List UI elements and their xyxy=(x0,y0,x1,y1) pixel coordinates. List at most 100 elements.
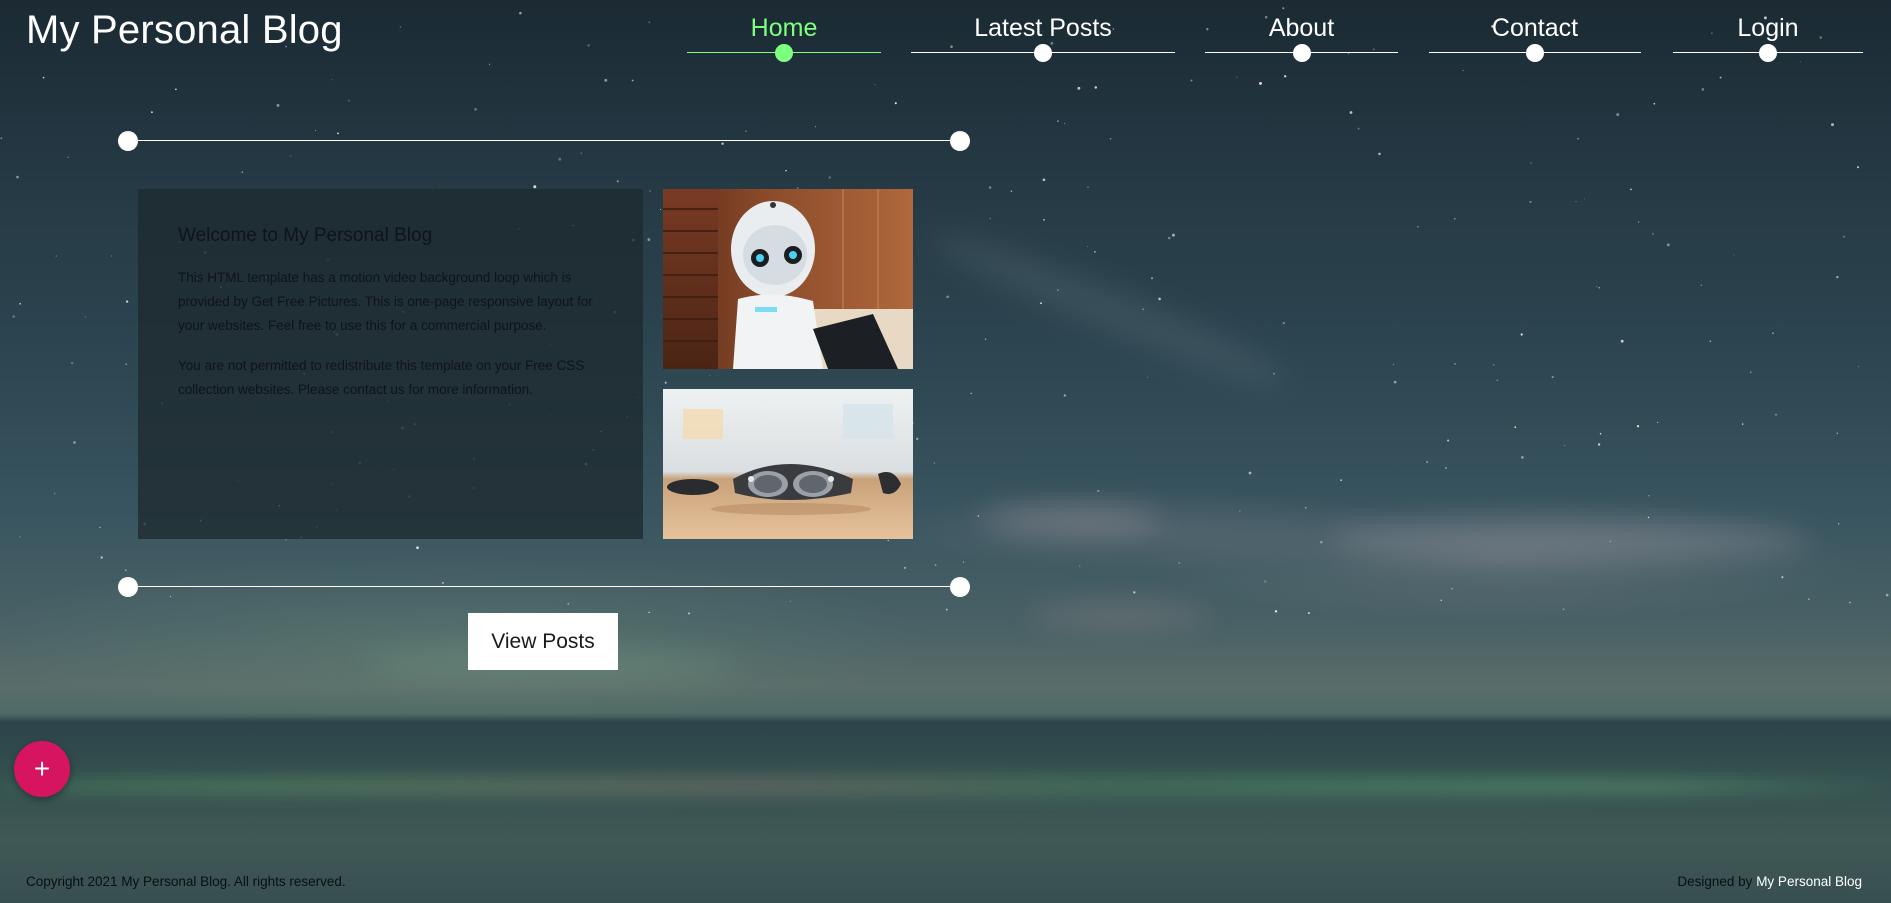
nav-item-latest-posts[interactable]: Latest Posts xyxy=(911,14,1175,64)
footer-copyright: Copyright 2021 My Personal Blog. All rig… xyxy=(26,874,346,889)
star xyxy=(1636,424,1640,428)
rail-knob-right[interactable] xyxy=(950,131,970,151)
star xyxy=(1620,339,1624,343)
star xyxy=(894,102,897,105)
star xyxy=(1530,162,1532,164)
star xyxy=(1551,376,1554,379)
star xyxy=(1609,540,1612,543)
star xyxy=(348,99,351,102)
star xyxy=(1462,69,1464,72)
star xyxy=(1596,286,1598,288)
star xyxy=(1040,302,1042,305)
star xyxy=(1514,426,1517,429)
nav-label-login: Login xyxy=(1737,14,1799,42)
star xyxy=(1043,219,1045,221)
star xyxy=(1304,506,1307,509)
star xyxy=(664,381,667,384)
star xyxy=(1273,372,1275,375)
star xyxy=(970,392,972,395)
view-posts-button[interactable]: View Posts xyxy=(468,613,618,670)
footer-credit: Designed by My Personal Blog xyxy=(1677,874,1862,889)
star xyxy=(1666,243,1670,247)
nav-item-login[interactable]: Login xyxy=(1673,14,1863,64)
star xyxy=(1057,289,1059,291)
star xyxy=(1171,233,1175,237)
star xyxy=(1616,113,1620,117)
nav-item-about[interactable]: About xyxy=(1205,14,1398,64)
cloud-wisp xyxy=(980,505,1160,535)
star xyxy=(1064,122,1066,124)
star xyxy=(1709,340,1712,343)
star xyxy=(828,176,831,179)
star xyxy=(0,137,3,140)
star xyxy=(580,152,583,154)
star xyxy=(1564,444,1566,446)
star xyxy=(100,556,103,559)
star xyxy=(616,180,619,183)
star xyxy=(1454,218,1456,220)
star xyxy=(1562,608,1565,611)
ar-headset-image[interactable] xyxy=(663,389,913,539)
robot-image[interactable] xyxy=(663,189,913,369)
star xyxy=(290,155,292,157)
star xyxy=(989,217,991,219)
star xyxy=(558,157,562,161)
rail-knob-right[interactable] xyxy=(950,577,970,597)
rail-line xyxy=(128,586,960,587)
footer-credit-link[interactable]: My Personal Blog xyxy=(1756,874,1862,889)
rail-knob-left[interactable] xyxy=(118,577,138,597)
star xyxy=(567,602,570,605)
star xyxy=(1529,200,1532,204)
star xyxy=(71,362,74,365)
star xyxy=(1349,111,1353,114)
star xyxy=(1808,598,1810,600)
footer-credit-prefix: Designed by xyxy=(1677,874,1757,889)
star xyxy=(53,492,56,495)
star xyxy=(1236,76,1238,78)
star xyxy=(1282,322,1285,325)
nav-item-home[interactable]: Home xyxy=(687,14,881,64)
star xyxy=(815,126,816,128)
star xyxy=(945,608,948,611)
star xyxy=(241,171,244,173)
star xyxy=(1836,275,1839,279)
horizon-lights xyxy=(0,775,1891,797)
star xyxy=(1521,456,1524,459)
star xyxy=(904,567,906,569)
star xyxy=(1239,510,1241,512)
star xyxy=(1057,120,1059,122)
cloud-wisp xyxy=(1030,605,1210,627)
star xyxy=(1392,364,1394,365)
star xyxy=(1700,284,1702,286)
star xyxy=(125,363,127,366)
plus-icon: + xyxy=(33,753,51,784)
rail-knob-left[interactable] xyxy=(118,131,138,151)
star xyxy=(1772,332,1774,334)
star xyxy=(1393,380,1397,384)
star xyxy=(1583,198,1585,200)
star xyxy=(1719,76,1722,79)
star xyxy=(1259,81,1262,85)
star xyxy=(1378,152,1381,156)
star xyxy=(1109,138,1112,140)
intro-paragraph: This HTML template has a motion video ba… xyxy=(178,270,593,333)
star xyxy=(1836,432,1838,434)
nav-label-contact: Contact xyxy=(1491,14,1579,42)
nav-indicator-dot xyxy=(1526,44,1544,62)
star xyxy=(1849,601,1851,604)
nav-indicator-dot xyxy=(1034,44,1052,62)
star xyxy=(934,564,937,566)
nav-label-latest-posts: Latest Posts xyxy=(974,14,1112,42)
nav-item-contact[interactable]: Contact xyxy=(1429,14,1641,64)
star xyxy=(276,103,280,107)
star xyxy=(416,546,419,550)
floating-action-button[interactable]: + xyxy=(14,741,70,797)
star xyxy=(1094,86,1098,89)
star xyxy=(1440,599,1442,601)
star xyxy=(1858,365,1860,368)
star xyxy=(1042,178,1046,182)
star xyxy=(1597,443,1601,446)
star xyxy=(1178,562,1181,565)
intro-paragraph: You are not permitted to redistribute th… xyxy=(178,358,585,397)
star xyxy=(1087,186,1089,188)
